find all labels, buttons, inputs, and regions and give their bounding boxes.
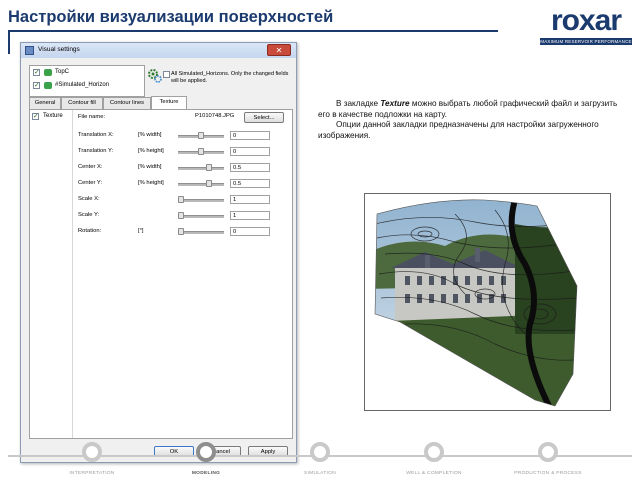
parameter-label: Scale Y: <box>78 212 100 218</box>
workflow-step-node[interactable] <box>310 442 330 462</box>
workflow-step-label[interactable]: INTERPRETATION <box>42 471 142 476</box>
workflow-step-label[interactable]: MODELING <box>156 471 256 476</box>
gear-icon <box>148 69 162 83</box>
slider-thumb[interactable] <box>198 148 204 155</box>
parameter-label: Center Y: <box>78 180 103 186</box>
parameter-value-field[interactable]: 0 <box>230 131 270 140</box>
textured-surface-image <box>364 193 611 411</box>
horizon-item-simulated[interactable]: ✓ #Simulated_Horizon <box>33 81 141 92</box>
parameter-unit: [% height] <box>138 180 164 186</box>
horizon-checkbox[interactable]: ✓ <box>33 69 40 76</box>
parameter-value-field[interactable]: 0 <box>230 147 270 156</box>
parameter-value-field[interactable]: 1 <box>230 195 270 204</box>
parameter-label: Rotation: <box>78 228 102 234</box>
horizon-checkbox[interactable]: ✓ <box>33 82 40 89</box>
horizon-list[interactable]: ✓ TopC ✓ #Simulated_Horizon <box>29 65 145 97</box>
panel-divider <box>72 110 73 438</box>
description-paragraph-2: Опции данной закладки предназначены для … <box>318 120 599 141</box>
workflow-step-label[interactable]: PRODUCTION & PROCESS <box>498 471 598 476</box>
workflow-step-node[interactable] <box>82 442 102 462</box>
parameter-label: Translation Y: <box>78 148 114 154</box>
horizon-label: TopC <box>55 69 70 75</box>
title-underline <box>8 30 498 32</box>
parameter-value-field[interactable]: 0.5 <box>230 163 270 172</box>
parameter-value-field[interactable]: 1 <box>230 211 270 220</box>
workflow-step-node[interactable] <box>196 442 216 462</box>
parameter-unit: [% width] <box>138 132 162 138</box>
apply-all-label: All Simulated_Horizons. Only the changed… <box>171 71 289 84</box>
slider-thumb[interactable] <box>206 164 212 171</box>
horizon-item-topc[interactable]: ✓ TopC <box>33 68 141 79</box>
title-bracket <box>8 30 10 54</box>
parameter-label: Center X: <box>78 164 103 170</box>
surface-render-illustration <box>374 199 578 407</box>
parameter-unit: [% width] <box>138 164 162 170</box>
parameter-value-field[interactable]: 0 <box>230 227 270 236</box>
slider-thumb[interactable] <box>198 132 204 139</box>
parameter-unit: [% height] <box>138 148 164 154</box>
parameter-slider[interactable] <box>178 215 224 218</box>
parameter-slider[interactable] <box>178 183 224 186</box>
visual-settings-dialog: Visual settings ✕ ✓ TopC ✓ #Simulated_Ho… <box>20 42 297 463</box>
tab-contour-lines[interactable]: Contour lines <box>103 97 151 109</box>
logo-wordmark: roxar <box>550 4 622 37</box>
parameter-label: Scale X: <box>78 196 100 202</box>
description-paragraph-1: В закладке Texture можно выбрать любой г… <box>318 99 630 120</box>
app-icon <box>25 46 34 55</box>
horizon-icon <box>44 82 52 89</box>
file-name-label: File name: <box>78 114 106 120</box>
texture-side-item[interactable]: ✓ Texture <box>32 112 70 122</box>
parameter-label: Translation X: <box>78 132 114 138</box>
dialog-titlebar[interactable]: Visual settings ✕ <box>21 43 296 58</box>
tab-texture[interactable]: Texture <box>151 96 187 109</box>
horizon-label: #Simulated_Horizon <box>55 82 110 88</box>
workflow-step-label[interactable]: SIMULATION <box>270 471 370 476</box>
tab-general[interactable]: General <box>29 97 61 109</box>
slider-thumb[interactable] <box>178 228 184 235</box>
slider-thumb[interactable] <box>206 180 212 187</box>
horizon-icon <box>44 69 52 76</box>
slider-thumb[interactable] <box>178 212 184 219</box>
logo-tagline: MAXIMUM RESERVOIR PERFORMANCE <box>540 38 632 45</box>
texture-checkbox[interactable]: ✓ <box>32 113 39 120</box>
parameter-slider[interactable] <box>178 199 224 202</box>
close-button[interactable]: ✕ <box>267 44 291 56</box>
parameter-unit: [°] <box>138 228 144 234</box>
description-text: В закладке Texture можно выбрать любой г… <box>318 99 630 142</box>
tab-contour-fill[interactable]: Contour fill <box>61 97 103 109</box>
page-title: Настройки визуализации поверхностей <box>8 8 334 26</box>
roxar-logo: roxar MAXIMUM RESERVOIR PERFORMANCE <box>540 4 632 46</box>
tab-strip: General Contour fill Contour lines Textu… <box>29 96 291 109</box>
texture-side-label: Texture <box>43 113 63 119</box>
select-file-button[interactable]: Select... <box>244 112 284 123</box>
parameter-slider[interactable] <box>178 231 224 234</box>
workflow-step-node[interactable] <box>424 442 444 462</box>
parameter-value-field[interactable]: 0.5 <box>230 179 270 188</box>
apply-all-checkbox[interactable] <box>163 71 170 78</box>
workflow-step-node[interactable] <box>538 442 558 462</box>
desc-p1-prefix: В закладке <box>336 99 381 108</box>
dialog-title: Visual settings <box>38 46 80 53</box>
desc-p1-keyword: Texture <box>380 99 410 108</box>
workflow-step-label[interactable]: WELL & COMPLETION <box>384 471 484 476</box>
file-name-value: P1010748.JPG <box>195 113 235 119</box>
parameter-slider[interactable] <box>178 167 224 170</box>
slider-thumb[interactable] <box>178 196 184 203</box>
texture-panel: ✓ Texture File name: P1010748.JPG Select… <box>29 109 293 439</box>
